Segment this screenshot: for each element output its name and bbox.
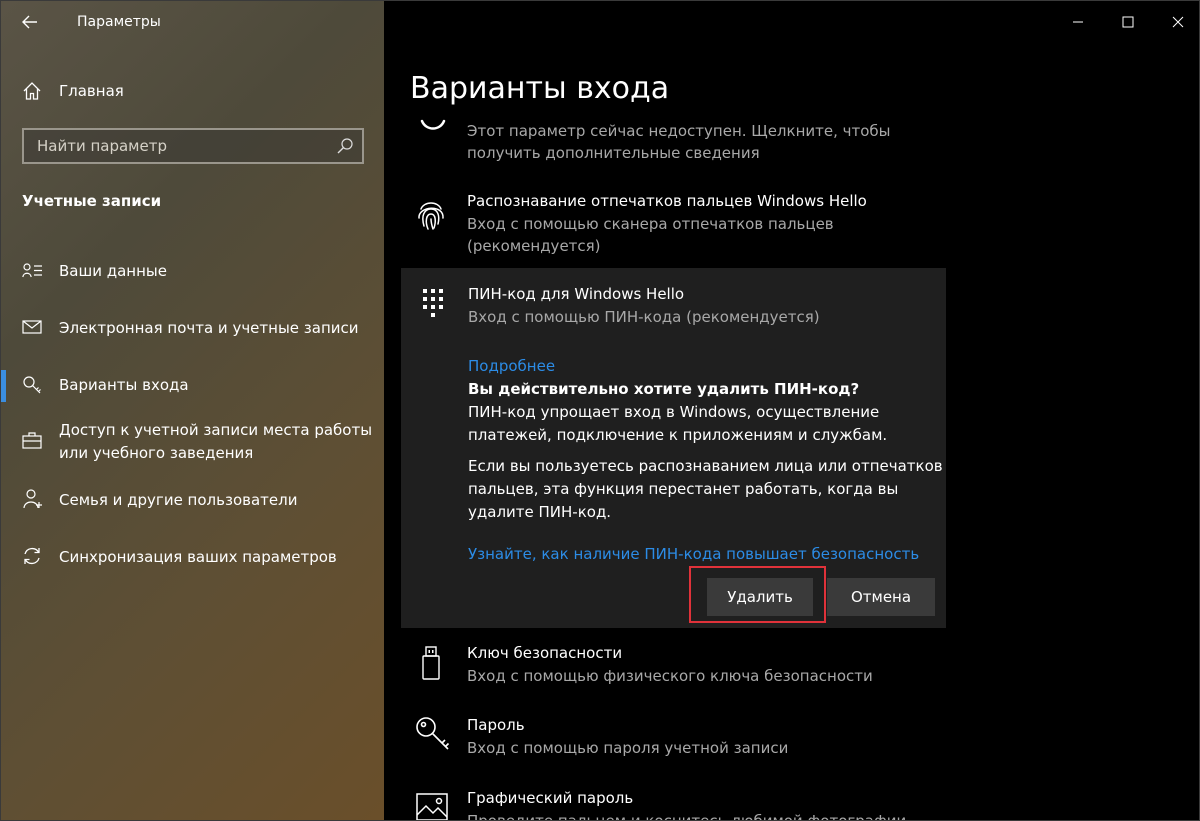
title-bar: Параметры — [1, 1, 384, 45]
search-input[interactable] — [24, 130, 324, 162]
sidebar-item-your-info[interactable]: Ваши данные — [1, 258, 384, 286]
pin-subtitle: Вход с помощью ПИН-кода (рекомендуется) — [468, 308, 820, 326]
option-fingerprint[interactable]: Распознавание отпечатков пальцев Windows… — [410, 190, 970, 260]
option-subtitle: Вход с помощью сканера отпечатков пальце… — [467, 215, 834, 255]
home-icon — [23, 82, 41, 100]
option-subtitle: Проведите пальцем и коснитесь любимой фо… — [467, 812, 907, 821]
pin-keypad-icon — [423, 289, 443, 317]
sidebar-item-label: Синхронизация ваших параметров — [59, 548, 337, 566]
option-subtitle: Вход с помощью пароля учетной записи — [467, 739, 789, 757]
option-password[interactable]: Пароль Вход с помощью пароля учетной зап… — [410, 714, 970, 766]
search-icon[interactable] — [336, 137, 354, 155]
sidebar-item-label: Доступ к учетной записи места работы или… — [59, 421, 373, 462]
briefcase-icon — [22, 432, 42, 449]
person-card-icon — [22, 263, 42, 278]
picture-icon — [416, 793, 448, 820]
nav-home[interactable]: Главная — [1, 73, 384, 109]
maximize-icon — [1122, 16, 1134, 28]
close-icon — [1172, 16, 1184, 28]
person-add-icon — [23, 489, 42, 509]
sidebar: Параметры Главная Учетные записи Ваши да… — [1, 1, 384, 820]
sidebar-item-label: Семья и другие пользователи — [59, 491, 298, 509]
sidebar-item-sign-in-options[interactable]: Варианты входа — [1, 370, 384, 402]
option-title: Распознавание отпечатков пальцев Windows… — [467, 192, 867, 210]
sync-icon — [24, 548, 40, 564]
minimize-icon — [1073, 21, 1083, 23]
password-key-icon — [416, 717, 450, 750]
option-face-recognition[interactable]: Этот параметр сейчас недоступен. Щелкнит… — [410, 119, 970, 169]
option-title: Графический пароль — [467, 789, 634, 807]
pin-panel: ПИН-код для Windows Hello Вход с помощью… — [401, 268, 946, 628]
sidebar-item-work-access[interactable]: Доступ к учетной записи места работы или… — [1, 419, 384, 469]
fingerprint-icon — [418, 202, 444, 230]
more-info-link[interactable]: Подробнее — [468, 355, 948, 378]
confirm-question: Вы действительно хотите удалить ПИН-код? — [468, 380, 860, 398]
sidebar-item-label: Варианты входа — [59, 376, 189, 394]
face-icon — [420, 119, 446, 130]
option-picture-password[interactable]: Графический пароль Проведите пальцем и к… — [410, 787, 970, 821]
usb-key-icon — [422, 646, 440, 680]
settings-window: Параметры Главная Учетные записи Ваши да… — [0, 0, 1200, 821]
app-title: Параметры — [77, 14, 161, 30]
minimize-button[interactable] — [1055, 1, 1101, 43]
option-subtitle: Этот параметр сейчас недоступен. Щелкнит… — [467, 122, 891, 162]
confirm-text-2: Если вы пользуетесь распознаванием лица … — [468, 457, 943, 521]
maximize-button[interactable] — [1105, 1, 1151, 43]
close-button[interactable] — [1155, 1, 1199, 43]
cancel-button[interactable]: Отмена — [827, 578, 935, 616]
pin-title: ПИН-код для Windows Hello — [468, 285, 685, 303]
sidebar-item-label: Ваши данные — [59, 262, 167, 280]
window-controls — [1051, 1, 1199, 43]
mail-icon — [22, 320, 42, 334]
nav-home-label: Главная — [59, 82, 124, 100]
sidebar-item-sync[interactable]: Синхронизация ваших параметров — [1, 544, 384, 572]
key-icon — [23, 376, 41, 394]
section-title: Учетные записи — [22, 192, 162, 210]
back-arrow-icon — [22, 15, 37, 29]
back-button[interactable] — [15, 9, 45, 35]
option-title: Пароль — [467, 716, 525, 734]
sidebar-item-label: Электронная почта и учетные записи — [59, 319, 359, 337]
option-subtitle: Вход с помощью физического ключа безопас… — [467, 667, 873, 685]
confirm-text-1: ПИН-код упрощает вход в Windows, осущест… — [468, 403, 888, 444]
main-content: Варианты входа Этот параметр сейчас недо… — [384, 1, 1199, 821]
option-title: Ключ безопасности — [467, 644, 623, 662]
option-security-key[interactable]: Ключ безопасности Вход с помощью физичес… — [410, 642, 970, 694]
active-indicator — [1, 370, 6, 402]
highlight-box — [689, 566, 826, 623]
search-box — [22, 128, 364, 164]
pin-security-link[interactable]: Узнайте, как наличие ПИН-кода повышает б… — [468, 543, 948, 566]
sidebar-item-family[interactable]: Семья и другие пользователи — [1, 487, 384, 515]
sidebar-item-email[interactable]: Электронная почта и учетные записи — [1, 315, 384, 343]
page-title: Варианты входа — [410, 71, 670, 106]
